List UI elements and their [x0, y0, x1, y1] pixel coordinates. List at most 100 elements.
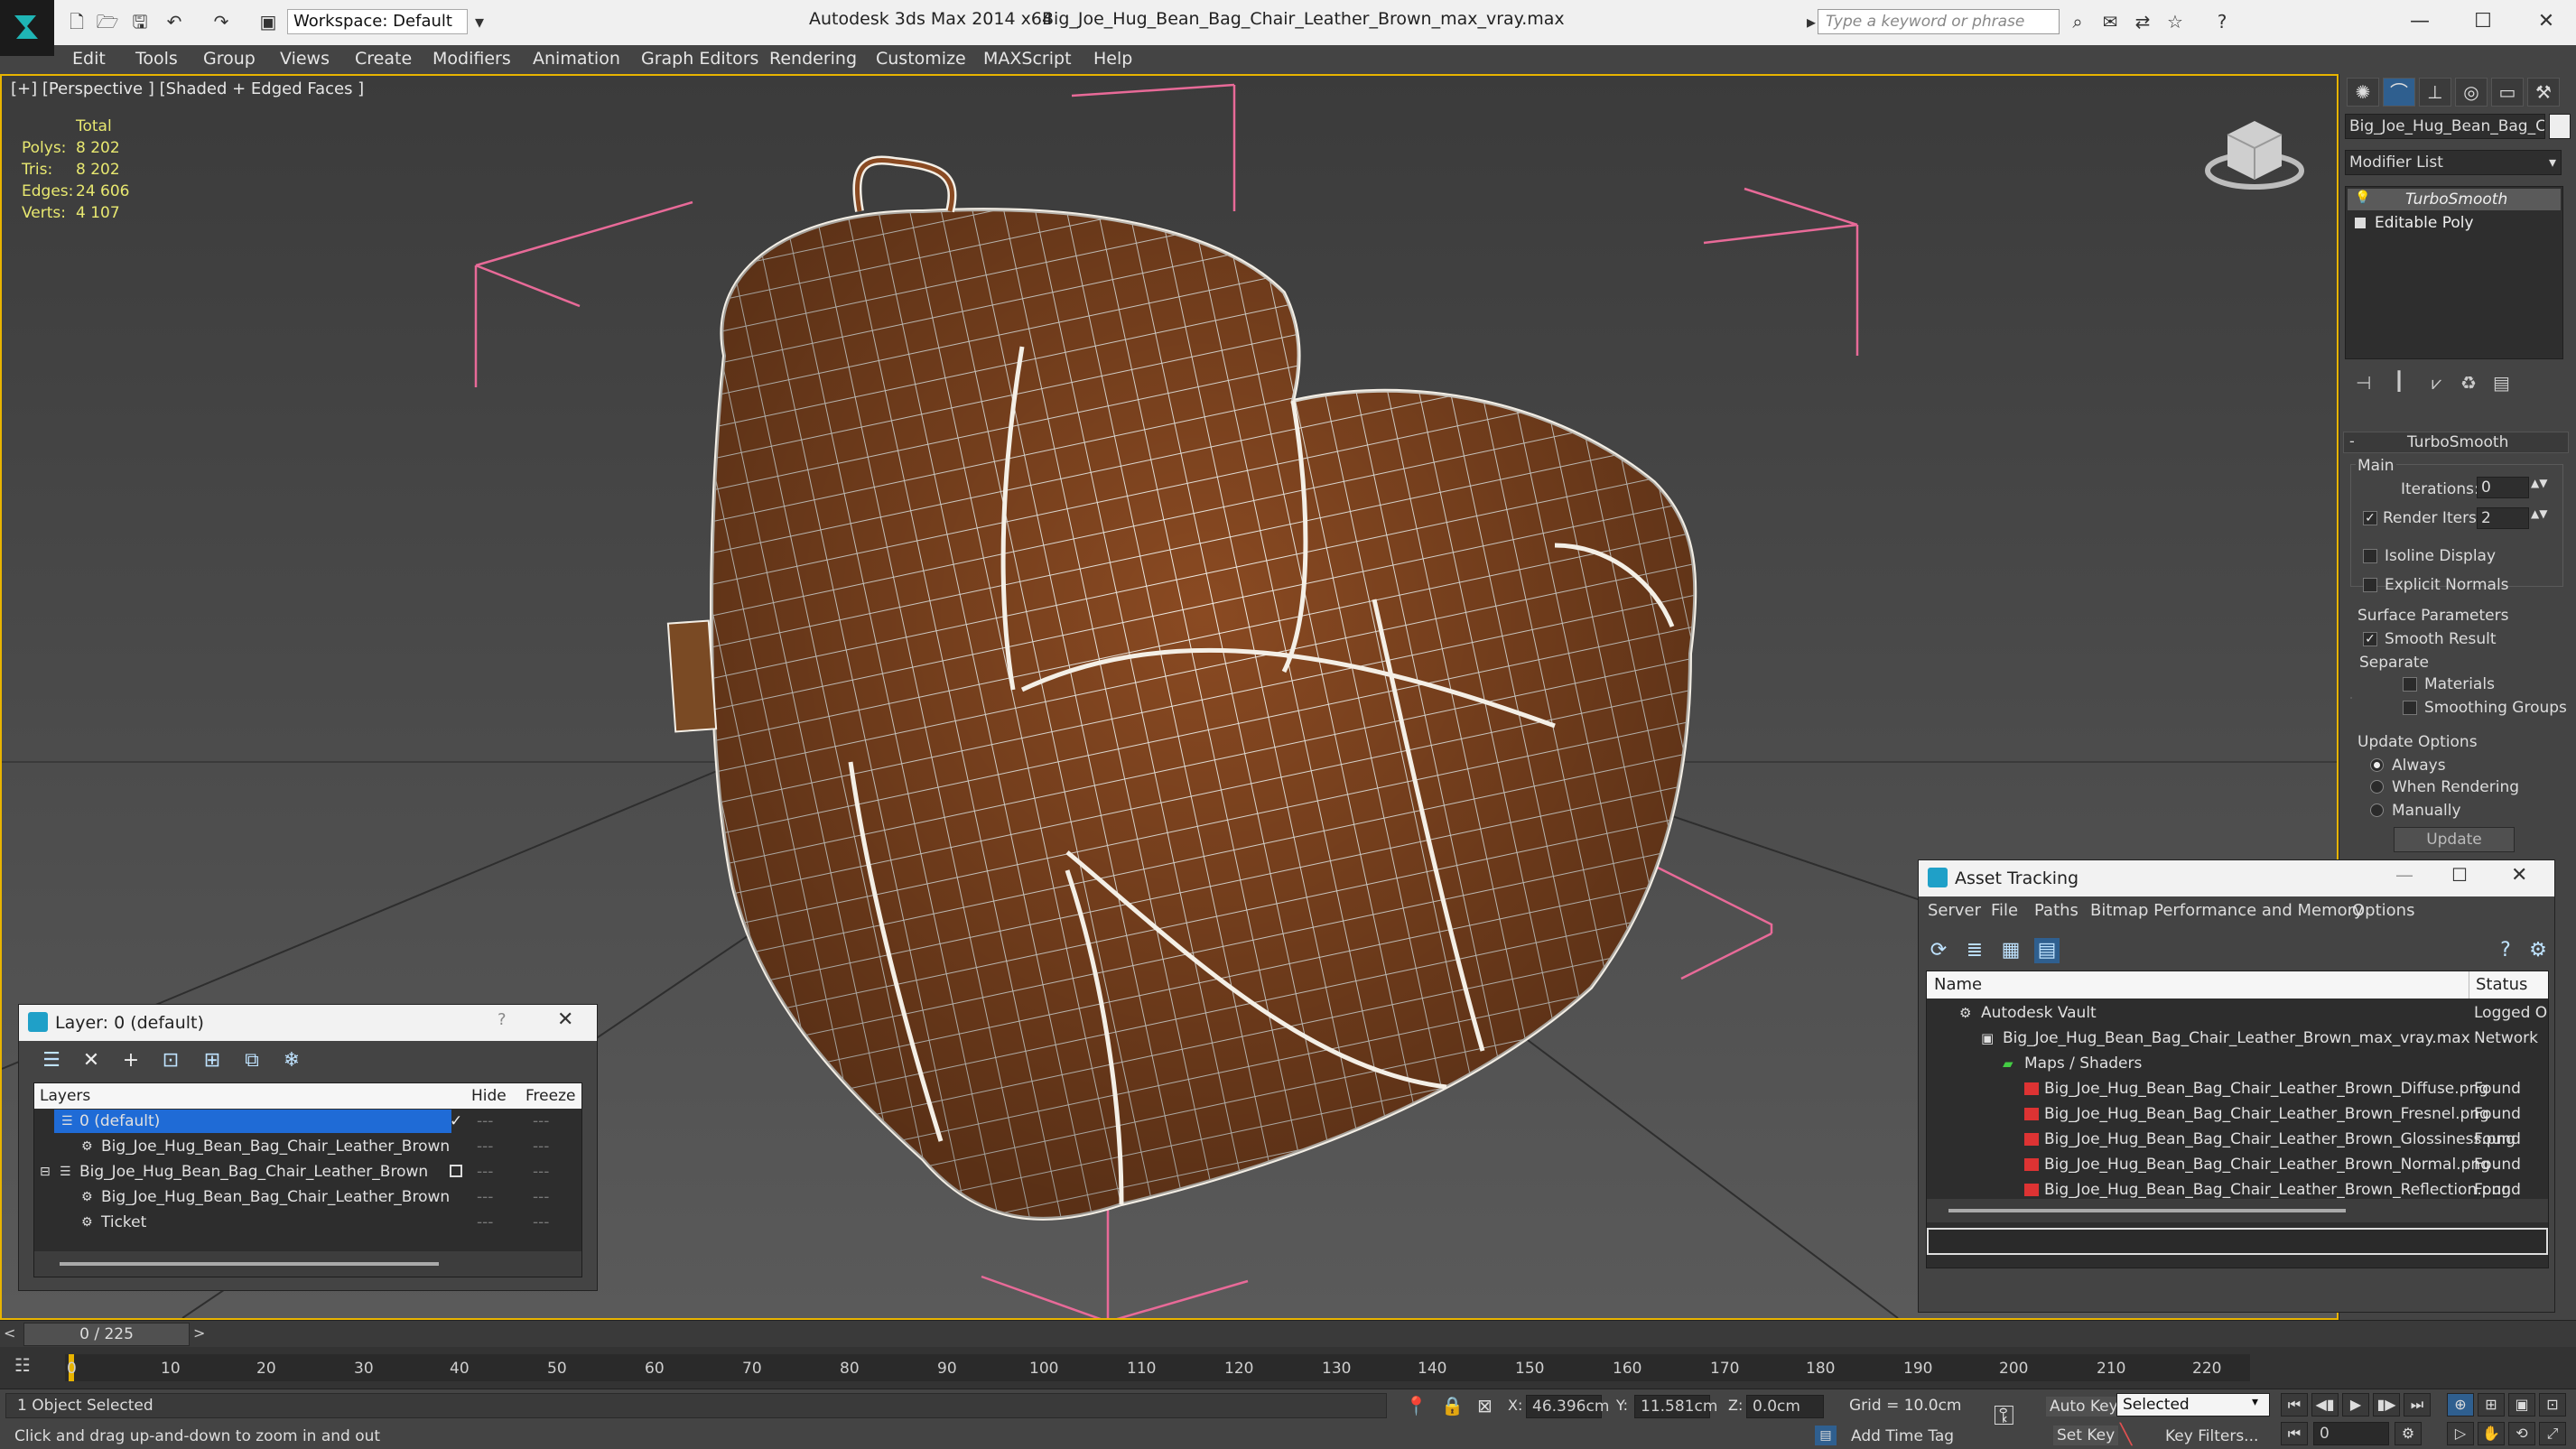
hide-toggle[interactable]: ---	[477, 1210, 493, 1235]
view-cube-icon[interactable]	[2205, 121, 2304, 190]
menu-customize[interactable]: Customize	[876, 49, 966, 69]
asset-menu-bitmap[interactable]: Bitmap Performance and Memory	[2090, 901, 2364, 920]
menu-tools[interactable]: Tools	[135, 49, 178, 69]
manually-radio[interactable]	[2370, 803, 2384, 817]
render-iters-checkbox[interactable]: ✓	[2363, 511, 2377, 525]
asset-row[interactable]: Big_Joe_Hug_Bean_Bag_Chair_Leather_Brown…	[1927, 1101, 2548, 1127]
highlight-layer-icon[interactable]: ⊞	[200, 1048, 225, 1073]
layer-row[interactable]: ⚙ Big_Joe_Hug_Bean_Bag_Chair_Leather_Bro…	[34, 1184, 581, 1210]
menu-rendering[interactable]: Rendering	[769, 49, 857, 69]
current-layer-check-icon[interactable]: ✓	[450, 1109, 462, 1134]
layer-window-titlebar[interactable]: Layer: 0 (default)	[19, 1005, 597, 1041]
project-icon[interactable]: ▣	[256, 11, 280, 33]
settings-icon[interactable]: ⚙	[2525, 938, 2551, 963]
help-icon[interactable]: ?	[2493, 938, 2518, 963]
menu-animation[interactable]: Animation	[533, 49, 620, 69]
menu-group[interactable]: Group	[203, 49, 256, 69]
materials-checkbox[interactable]	[2403, 677, 2417, 692]
menu-graph-editors[interactable]: Graph Editors	[641, 49, 758, 69]
always-radio[interactable]	[2370, 758, 2384, 772]
next-frame-arrow-icon[interactable]: >	[193, 1324, 205, 1342]
asset-menu-file[interactable]: File	[1991, 901, 2018, 920]
col-name[interactable]: Name	[1934, 975, 1982, 994]
layer-row[interactable]: ⚙ Big_Joe_Hug_Bean_Bag_Chair_Leather_Bro…	[34, 1134, 581, 1159]
time-tag-icon[interactable]: ▤	[1815, 1426, 1837, 1445]
spinner-arrows-icon[interactable]: ▲▼	[2531, 477, 2547, 489]
horizontal-scrollbar[interactable]	[34, 1251, 581, 1277]
menu-create[interactable]: Create	[355, 49, 412, 69]
freeze-toggle[interactable]: ---	[533, 1109, 549, 1134]
freeze-toggle[interactable]: ---	[533, 1184, 549, 1210]
current-layer-checkbox[interactable]	[450, 1165, 462, 1177]
close-icon[interactable]: ✕	[2519, 4, 2573, 40]
pan-view-icon[interactable]: ✋	[2478, 1422, 2505, 1445]
add-time-tag[interactable]: Add Time Tag	[1851, 1427, 1954, 1445]
mini-curve-editor-icon[interactable]: ☷	[14, 1354, 31, 1376]
asset-row[interactable]: ▰ Maps / Shaders	[1927, 1051, 2548, 1076]
explicit-normals-checkbox[interactable]	[2363, 578, 2377, 592]
asset-row[interactable]: ▣ Big_Joe_Hug_Bean_Bag_Chair_Leather_Bro…	[1927, 1026, 2548, 1051]
col-freeze[interactable]: Freeze	[525, 1087, 575, 1105]
iterations-spinner[interactable]: 0	[2477, 477, 2529, 498]
update-button[interactable]: Update	[2394, 827, 2515, 852]
stack-item-editable-poly[interactable]: Editable Poly	[2348, 212, 2561, 234]
asset-row[interactable]: Big_Joe_Hug_Bean_Bag_Chair_Leather_Brown…	[1927, 1127, 2548, 1152]
menu-edit[interactable]: Edit	[72, 49, 106, 69]
scrollbar-thumb[interactable]	[60, 1262, 439, 1266]
menu-views[interactable]: Views	[280, 49, 330, 69]
freeze-toggle[interactable]: ---	[533, 1210, 549, 1235]
field-of-view-icon[interactable]: ▷	[2447, 1422, 2474, 1445]
make-unique-icon[interactable]: ⩗	[2432, 372, 2441, 394]
menu-modifiers[interactable]: Modifiers	[432, 49, 511, 69]
table-view-icon[interactable]: ▤	[2034, 938, 2060, 963]
go-to-end-icon[interactable]: ⏭	[2404, 1393, 2431, 1416]
col-status[interactable]: Status	[2476, 975, 2527, 994]
workspace-dropdown[interactable]: Workspace: Default	[287, 9, 468, 34]
remove-modifier-icon[interactable]: ♻	[2460, 372, 2477, 394]
bulb-icon[interactable]: 💡	[2355, 190, 2370, 205]
key-filters-button[interactable]: Key Filters...	[2165, 1427, 2258, 1445]
asset-row[interactable]: Big_Joe_Hug_Bean_Bag_Chair_Leather_Brown…	[1927, 1076, 2548, 1101]
show-end-result-icon[interactable]: ┃	[2394, 370, 2404, 392]
orbit-icon[interactable]: ⟲	[2508, 1422, 2535, 1445]
asset-path-field[interactable]	[1927, 1228, 2548, 1255]
col-hide[interactable]: Hide	[471, 1087, 507, 1105]
chevron-down-icon[interactable]: ▾	[2252, 1395, 2258, 1409]
prev-frame-arrow-icon[interactable]: <	[4, 1324, 15, 1342]
select-objects-icon[interactable]: ⊡	[158, 1048, 183, 1073]
viewport-label[interactable]: [+] [Perspective ] [Shaded + Edged Faces…	[11, 79, 364, 98]
minimize-icon[interactable]: —	[2393, 4, 2447, 40]
save-icon[interactable]: 🖫	[128, 11, 152, 33]
add-to-layer-icon[interactable]: +	[118, 1048, 144, 1073]
layer-row[interactable]: ⚙ Ticket --- ---	[34, 1210, 581, 1235]
track-bar[interactable]: ☷ 0 10 20 30 40 50 60 70 80 90 100 110 1…	[0, 1347, 2576, 1389]
favorites-star-icon[interactable]: ☆	[2163, 11, 2187, 33]
open-icon[interactable]: 🗁	[96, 11, 119, 33]
hide-toggle[interactable]: ---	[477, 1184, 493, 1210]
x-coordinate-field[interactable]: 46.396cm	[1526, 1395, 1609, 1418]
hide-toggle[interactable]: ---	[477, 1109, 493, 1134]
set-key-button[interactable]: Set Key	[2053, 1426, 2119, 1445]
zoom-extents-icon[interactable]: ▣	[2508, 1393, 2535, 1416]
zoom-all-icon[interactable]: ⊞	[2478, 1393, 2505, 1416]
layer-row[interactable]: ⊟ ☰ Big_Joe_Hug_Bean_Bag_Chair_Leather_B…	[34, 1159, 581, 1184]
list-view-icon[interactable]: ≣	[1962, 938, 1987, 963]
maximize-viewport-icon[interactable]: ⤢	[2539, 1422, 2566, 1445]
asset-row[interactable]: Big_Joe_Hug_Bean_Bag_Chair_Leather_Brown…	[1927, 1152, 2548, 1177]
time-slider-thumb[interactable]: 0 / 225	[23, 1323, 190, 1346]
y-coordinate-field[interactable]: 11.581cm	[1634, 1395, 1717, 1418]
create-tab-icon[interactable]: ✺	[2347, 78, 2379, 107]
thumbnail-view-icon[interactable]: ▦	[1998, 938, 2023, 963]
layer-row[interactable]: ☰ 0 (default) ✓ --- ---	[34, 1109, 581, 1134]
object-name-field[interactable]: Big_Joe_Hug_Bean_Bag_Cha	[2345, 114, 2545, 139]
next-frame-icon[interactable]: ▮▶	[2373, 1393, 2400, 1416]
expand-icon[interactable]: ⊟	[40, 1159, 51, 1184]
configure-sets-icon[interactable]: ▤	[2493, 372, 2510, 394]
when-rendering-radio[interactable]	[2370, 780, 2384, 794]
help-icon[interactable]: ?	[498, 1010, 507, 1029]
scrollbar-thumb[interactable]	[1948, 1209, 2346, 1212]
minimize-icon[interactable]: —	[2395, 864, 2413, 886]
hide-toggle[interactable]: ---	[477, 1159, 493, 1184]
maximize-icon[interactable]: ☐	[2451, 864, 2468, 886]
close-icon[interactable]: ✕	[2511, 864, 2527, 887]
